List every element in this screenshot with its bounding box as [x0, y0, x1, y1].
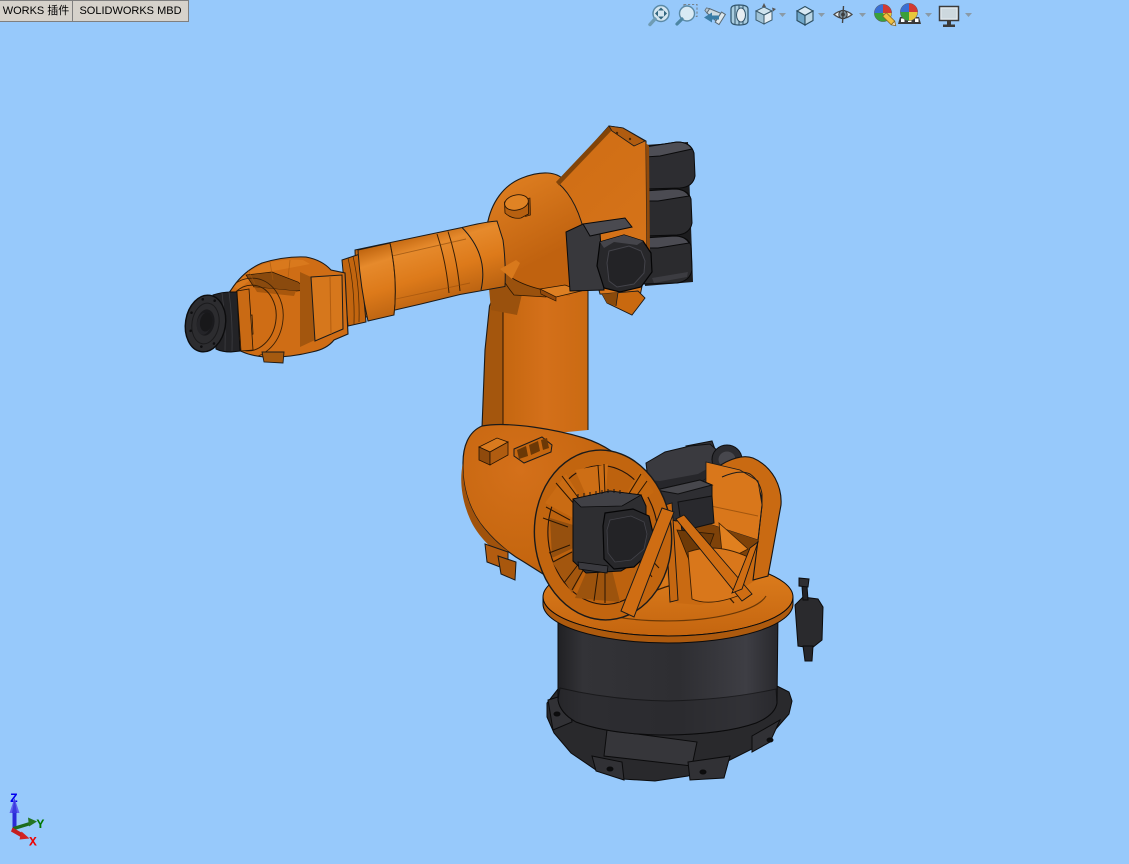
svg-text:Y: Y [37, 817, 45, 832]
svg-text:X: X [29, 835, 37, 850]
